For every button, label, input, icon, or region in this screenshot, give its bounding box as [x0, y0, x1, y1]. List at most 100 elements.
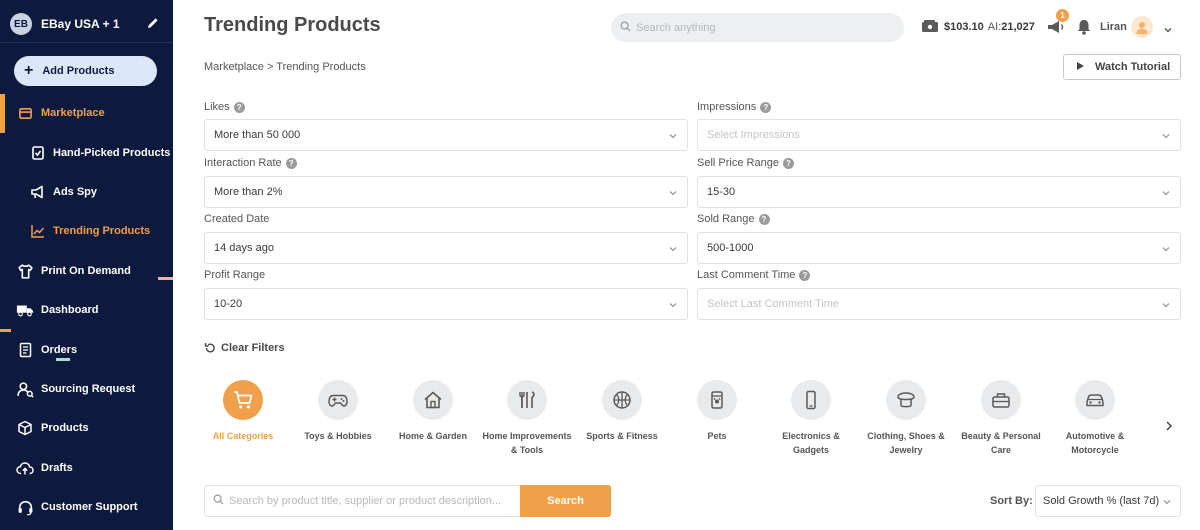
category-beauty-personal-care[interactable]: Beauty & Personal Care — [954, 380, 1048, 457]
profit-range-select[interactable]: 10-20 — [204, 288, 688, 320]
help-icon[interactable]: ? — [285, 157, 297, 169]
category-sports-fitness[interactable]: Sports & Fitness — [575, 380, 669, 443]
search-button[interactable]: Search — [520, 485, 611, 517]
clear-filters-label: Clear Filters — [221, 342, 285, 354]
created-date-select[interactable]: 14 days ago — [204, 232, 688, 264]
avatar[interactable] — [1131, 16, 1153, 38]
category-all[interactable]: All Categories — [196, 380, 290, 443]
profit-range-label-text: Profit Range — [204, 269, 266, 281]
ai-credits: AI:21,027 — [988, 21, 1035, 33]
page-title: Trending Products — [204, 14, 381, 36]
chevron-down-icon — [1162, 497, 1172, 507]
last-comment-time-label-text: Last Comment Time — [697, 269, 796, 281]
chevron-down-icon — [668, 131, 678, 141]
likes-value: More than 50 000 — [214, 129, 301, 141]
global-search[interactable] — [611, 13, 904, 42]
interaction-rate-select[interactable]: More than 2% — [204, 176, 688, 208]
sidebar-item-trending-products[interactable]: Trending Products — [0, 219, 173, 243]
category-automotive-motorcycle[interactable]: Automotive & Motorcycle — [1048, 380, 1142, 457]
store-selector[interactable]: EB EBay USA + 1 — [10, 12, 160, 36]
beauty-case-icon — [981, 380, 1021, 420]
last-comment-time-label: Last Comment Time? — [697, 269, 811, 281]
last-comment-time-select[interactable]: Select Last Comment Time — [697, 288, 1181, 320]
sidebar-item-label: Products — [41, 422, 89, 434]
help-icon[interactable]: ? — [782, 157, 794, 169]
decorative-accent — [56, 358, 70, 361]
sidebar-item-orders[interactable]: Orders — [0, 338, 173, 362]
sold-range-select[interactable]: 500-1000 — [697, 232, 1181, 264]
breadcrumb: Marketplace > Trending Products — [204, 61, 366, 73]
interaction-rate-label: Interaction Rate? — [204, 157, 297, 169]
reset-icon — [204, 343, 215, 353]
tools-icon — [507, 380, 547, 420]
notification-count-badge: 1 — [1056, 9, 1069, 22]
store-name: EBay USA + 1 — [41, 17, 120, 31]
category-clothing-shoes-jewelry[interactable]: Clothing, Shoes & Jewelry — [859, 380, 953, 457]
chevron-down-icon — [1161, 244, 1171, 254]
cloud-upload-icon — [16, 459, 34, 477]
created-date-value: 14 days ago — [214, 242, 274, 254]
sidebar-item-products[interactable]: Products — [0, 416, 173, 440]
sidebar-item-customer-support[interactable]: Customer Support — [0, 495, 173, 519]
user-name[interactable]: Liran — [1100, 21, 1127, 33]
balance-amount: $103.10 — [944, 21, 984, 33]
help-icon[interactable]: ? — [799, 269, 811, 281]
chevron-down-icon — [1161, 131, 1171, 141]
category-home-improvements-tools[interactable]: Home Improvements & Tools — [480, 380, 574, 457]
ai-credits-label: AI: — [987, 21, 1002, 33]
category-label: All Categories — [212, 431, 274, 441]
plus-icon: + — [24, 62, 34, 79]
category-label: Home & Garden — [398, 431, 467, 441]
sort-select[interactable]: Sold Growth % (last 7d) — [1035, 485, 1181, 517]
clear-filters-button[interactable]: Clear Filters — [204, 340, 285, 356]
basketball-icon — [602, 380, 642, 420]
edit-icon[interactable] — [146, 16, 160, 30]
category-label: Home Improvements & Tools — [482, 431, 572, 455]
global-search-input[interactable] — [636, 21, 886, 34]
help-icon[interactable]: ? — [233, 101, 245, 113]
add-products-button[interactable]: + Add Products — [14, 56, 157, 86]
headset-icon — [16, 498, 34, 516]
wallet-balance[interactable]: $103.10 AI:21,027 — [921, 18, 1035, 36]
add-products-label: Add Products — [42, 65, 115, 77]
shirt-icon — [16, 262, 34, 280]
likes-select[interactable]: More than 50 000 — [204, 119, 688, 151]
sidebar-item-label: Trending Products — [53, 225, 151, 237]
chevron-down-icon — [668, 300, 678, 310]
product-search-input[interactable] — [229, 495, 514, 507]
category-pets[interactable]: Pets — [670, 380, 764, 443]
sidebar-item-dashboard[interactable]: Dashboard — [0, 298, 173, 322]
chevron-right-icon[interactable] — [1163, 419, 1175, 431]
bell-icon[interactable] — [1076, 18, 1092, 36]
product-search[interactable] — [204, 485, 521, 517]
impressions-select[interactable]: Select Impressions — [697, 119, 1181, 151]
orders-icon — [16, 341, 34, 359]
sidebar-item-ads-spy[interactable]: Ads Spy — [0, 180, 173, 204]
sidebar-item-label: Customer Support — [41, 501, 138, 513]
help-icon[interactable]: ? — [760, 101, 772, 113]
sidebar-item-marketplace[interactable]: Marketplace — [0, 101, 173, 125]
created-date-label: Created Date — [204, 213, 269, 225]
watch-tutorial-button[interactable]: Watch Tutorial — [1063, 54, 1181, 80]
house-icon — [413, 380, 453, 420]
category-home-garden[interactable]: Home & Garden — [386, 380, 480, 443]
sidebar-item-label: Sourcing Request — [41, 383, 136, 395]
chevron-down-icon — [668, 188, 678, 198]
sidebar-item-drafts[interactable]: Drafts — [0, 456, 173, 480]
sell-price-range-select[interactable]: 15-30 — [697, 176, 1181, 208]
chevron-down-icon[interactable] — [1163, 22, 1173, 33]
category-electronics-gadgets[interactable]: Electronics & Gadgets — [764, 380, 858, 457]
chevron-down-icon — [1161, 300, 1171, 310]
phone-icon — [791, 380, 831, 420]
sidebar-item-label: Print On Demand — [41, 265, 131, 277]
sidebar-item-print-on-demand[interactable]: Print On Demand — [0, 259, 173, 283]
sidebar-item-sourcing-request[interactable]: Sourcing Request — [0, 377, 173, 401]
profit-range-label: Profit Range — [204, 269, 265, 281]
likes-label-text: Likes — [204, 101, 230, 113]
help-icon[interactable]: ? — [758, 213, 770, 225]
profit-range-value: 10-20 — [214, 298, 243, 310]
sidebar-item-label: Ads Spy — [53, 186, 98, 198]
sidebar-item-hand-picked[interactable]: Hand-Picked Products — [0, 141, 173, 165]
category-toys-hobbies[interactable]: Toys & Hobbies — [291, 380, 385, 443]
sidebar-divider — [0, 42, 173, 43]
